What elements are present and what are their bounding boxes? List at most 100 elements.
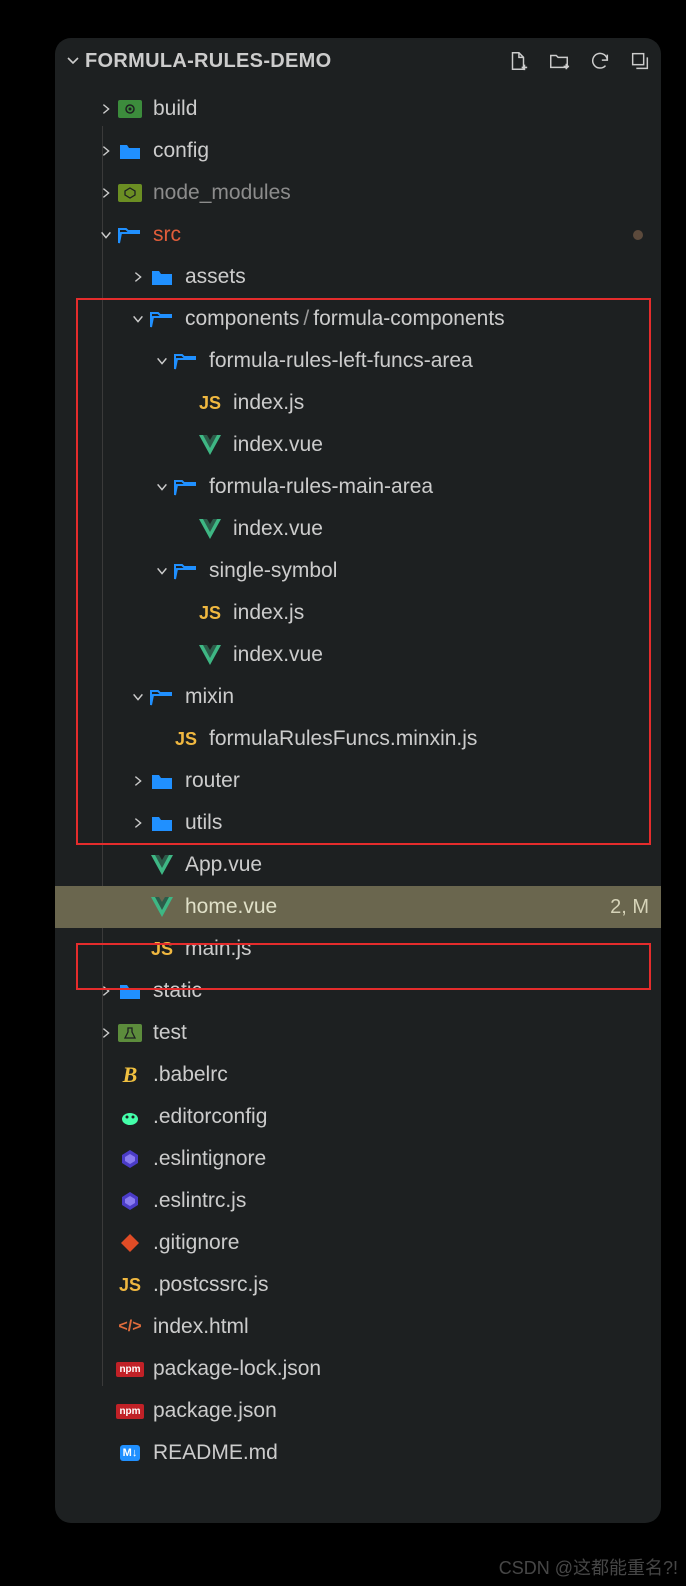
test-folder-icon [117,1020,143,1046]
explorer-panel: FORMULA-RULES-DEMO build config node_mod… [55,38,661,1523]
chevron-down-icon [151,354,173,368]
tree-item-pkg-lock[interactable]: npm package-lock.json [55,1348,661,1390]
collapse-all-icon[interactable] [629,50,651,72]
js-file-icon: JS [117,1272,143,1298]
eslint-file-icon [117,1146,143,1172]
tree-item-components[interactable]: components/formula-components [55,298,661,340]
folder-icon [149,264,175,290]
tree-item-postcssrc[interactable]: JS .postcssrc.js [55,1264,661,1306]
new-folder-icon[interactable] [547,50,571,72]
babel-file-icon: B [117,1062,143,1088]
tree-item-test[interactable]: test [55,1012,661,1054]
tree-label: node_modules [153,181,291,205]
tree-label: static [153,979,202,1003]
folder-open-icon [173,558,199,584]
chevron-right-icon [95,186,117,200]
tree-item-gitignore[interactable]: .gitignore [55,1222,661,1264]
refresh-icon[interactable] [589,50,611,72]
chevron-right-icon [95,144,117,158]
tree-item-eslintignore[interactable]: .eslintignore [55,1138,661,1180]
tree-label: .eslintignore [153,1147,266,1171]
tree-item-frma[interactable]: formula-rules-main-area [55,466,661,508]
tree-label: .postcssrc.js [153,1273,269,1297]
folder-open-icon [149,684,175,710]
tree-label: .babelrc [153,1063,228,1087]
tree-label: src [153,223,181,247]
tree-item-app-vue[interactable]: App.vue [55,844,661,886]
chevron-right-icon [95,984,117,998]
chevron-right-icon [95,1026,117,1040]
tree-item-build[interactable]: build [55,88,661,130]
git-status: 2, M [610,896,649,919]
tree-label: router [185,769,240,793]
tree-item-index-js[interactable]: JS index.js [55,592,661,634]
chevron-down-icon [127,690,149,704]
explorer-header: FORMULA-RULES-DEMO [55,38,661,84]
js-file-icon: JS [149,936,175,962]
tree-label: build [153,97,197,121]
config-folder-icon [117,96,143,122]
tree-item-readme[interactable]: M↓ README.md [55,1432,661,1474]
modified-dot-icon [633,230,643,240]
tree-label: index.vue [233,433,323,457]
folder-open-icon [173,348,199,374]
tree-label: home.vue [185,895,277,919]
tree-label: README.md [153,1441,278,1465]
tree-item-utils[interactable]: utils [55,802,661,844]
tree-item-index-js[interactable]: JS index.js [55,382,661,424]
tree-item-config[interactable]: config [55,130,661,172]
tree-item-eslintrc[interactable]: .eslintrc.js [55,1180,661,1222]
tree-label: index.vue [233,643,323,667]
js-file-icon: JS [173,726,199,752]
tree-item-node-modules[interactable]: node_modules [55,172,661,214]
tree-label: package.json [153,1399,277,1423]
markdown-file-icon: M↓ [117,1440,143,1466]
tree-label: mixin [185,685,234,709]
tree-label: utils [185,811,222,835]
tree-item-frlfa[interactable]: formula-rules-left-funcs-area [55,340,661,382]
tree-label: formula-rules-main-area [209,475,433,499]
tree-item-single-symbol[interactable]: single-symbol [55,550,661,592]
chevron-down-icon [151,564,173,578]
chevron-right-icon [127,816,149,830]
chevron-right-icon [95,102,117,116]
js-file-icon: JS [197,600,223,626]
tree-item-index-vue[interactable]: index.vue [55,508,661,550]
npm-file-icon: npm [117,1356,143,1382]
folder-icon [149,810,175,836]
tree-item-static[interactable]: static [55,970,661,1012]
tree-item-mixin-file[interactable]: JS formulaRulesFuncs.minxin.js [55,718,661,760]
vue-file-icon [197,642,223,668]
chevron-down-icon[interactable] [63,53,83,69]
tree-label: .gitignore [153,1231,239,1255]
tree-label: .editorconfig [153,1105,267,1129]
folder-open-icon [173,474,199,500]
tree-item-main-js[interactable]: JS main.js [55,928,661,970]
chevron-right-movable-icon [127,774,149,788]
tree-item-assets[interactable]: assets [55,256,661,298]
tree-label: App.vue [185,853,262,877]
tree-item-index-vue[interactable]: index.vue [55,634,661,676]
tree-label: assets [185,265,246,289]
tree-item-index-vue[interactable]: index.vue [55,424,661,466]
tree-item-pkg[interactable]: npm package.json [55,1390,661,1432]
project-title: FORMULA-RULES-DEMO [85,50,507,73]
new-file-icon[interactable] [507,50,529,72]
js-file-icon: JS [197,390,223,416]
tree-item-router[interactable]: router [55,760,661,802]
tree-label: index.js [233,601,304,625]
tree-item-home-vue[interactable]: home.vue 2, M [55,886,661,928]
tree-label: index.js [233,391,304,415]
tree-item-index-html[interactable]: </> index.html [55,1306,661,1348]
html-file-icon: </> [117,1314,143,1340]
chevron-down-icon [151,480,173,494]
tree-item-babelrc[interactable]: B .babelrc [55,1054,661,1096]
tree-label: config [153,139,209,163]
git-file-icon [117,1230,143,1256]
editorconfig-file-icon [117,1104,143,1130]
tree-item-mixin[interactable]: mixin [55,676,661,718]
tree-item-editorconfig[interactable]: .editorconfig [55,1096,661,1138]
npm-file-icon: npm [117,1398,143,1424]
folder-icon [117,138,143,164]
tree-item-src[interactable]: src [55,214,661,256]
